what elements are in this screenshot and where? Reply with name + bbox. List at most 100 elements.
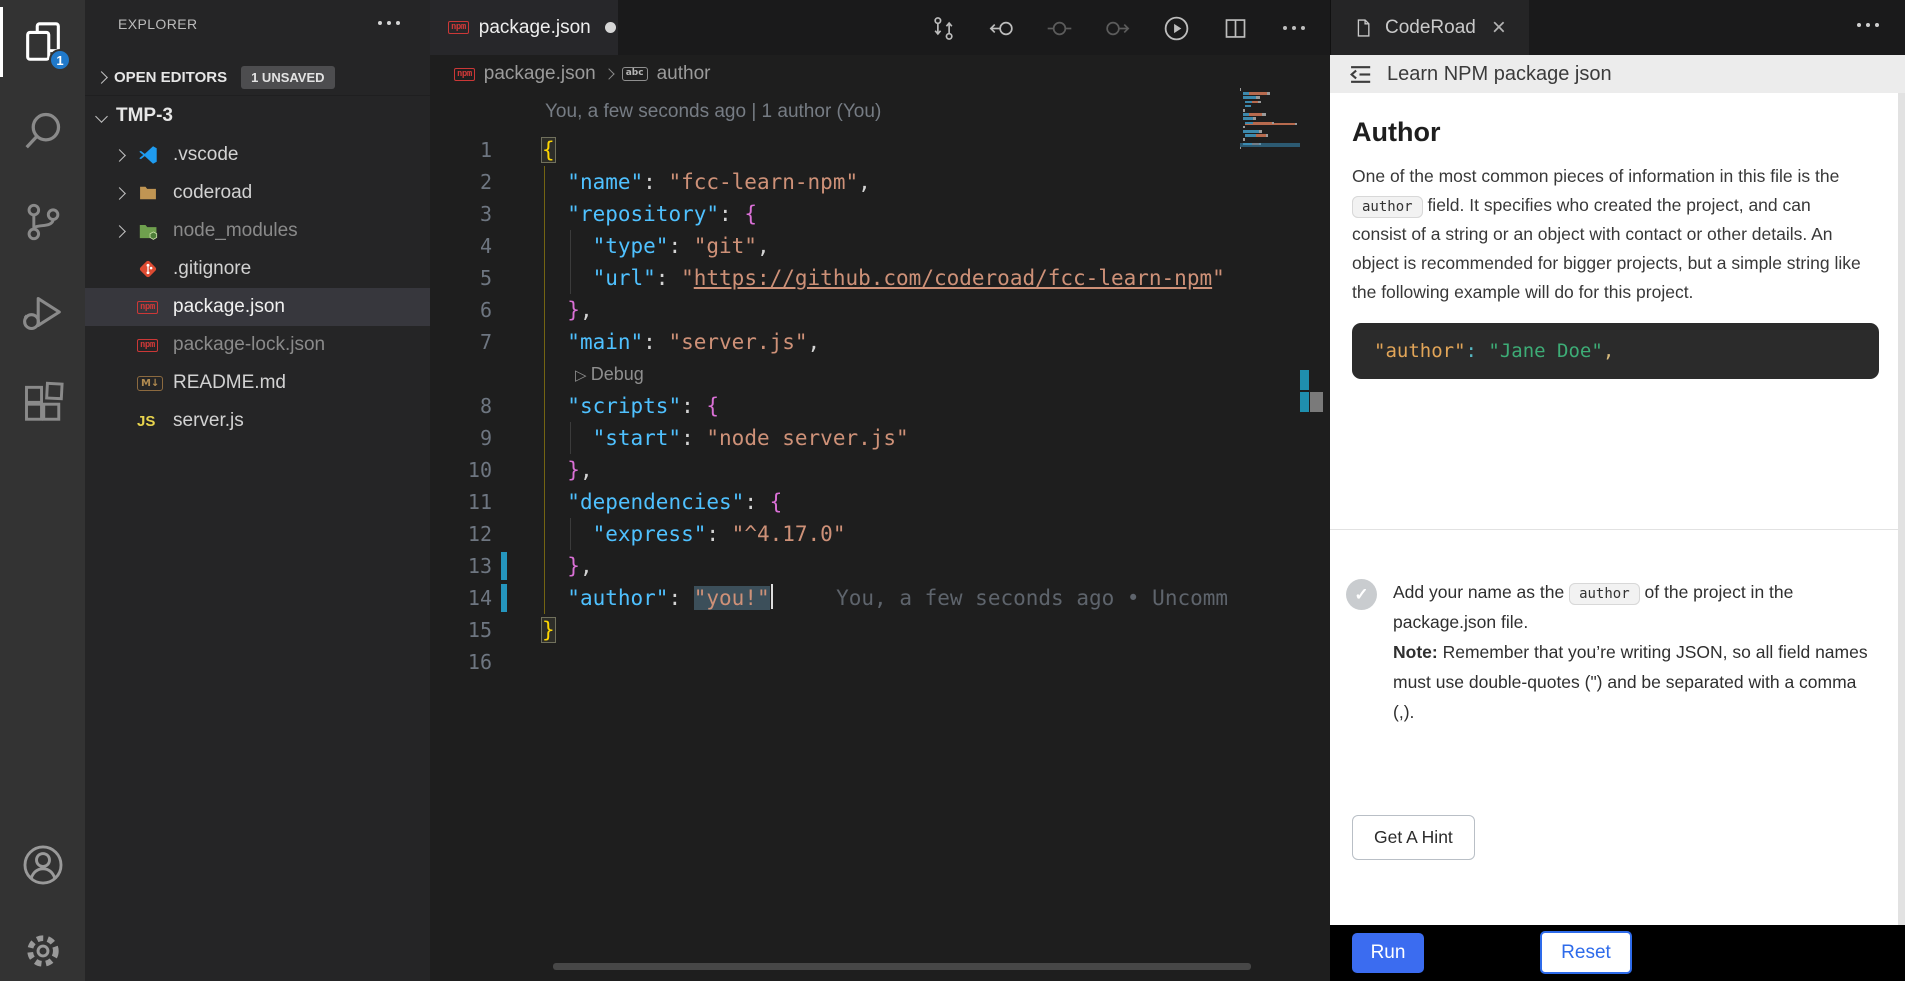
close-icon[interactable]: ×	[1492, 16, 1506, 40]
code-line-13[interactable]: 13 },	[430, 550, 1242, 582]
code-line-12[interactable]: 12 "express": "^4.17.0"	[430, 518, 1242, 550]
step-forward-icon[interactable]	[1104, 15, 1131, 42]
code-token	[542, 490, 567, 514]
code-line-11[interactable]: 11 "dependencies": {	[430, 486, 1242, 518]
panel-scrollbar[interactable]	[1898, 93, 1905, 925]
code-token: "^4.17.0"	[732, 522, 846, 546]
activity-account-button[interactable]	[0, 828, 85, 902]
current-step-icon[interactable]	[1046, 15, 1073, 42]
run-button[interactable]: Run	[1352, 933, 1424, 973]
code-token: :	[643, 170, 668, 194]
activity-search-button[interactable]	[0, 94, 85, 168]
run-file-icon[interactable]	[1162, 14, 1191, 43]
code-line-15[interactable]: 15}	[430, 614, 1242, 646]
code-line-7[interactable]: 7 "main": "server.js",	[430, 326, 1242, 358]
code-text: "scripts": {	[542, 390, 719, 422]
tree-item-readme-md[interactable]: M↓README.md	[85, 364, 430, 402]
gutter-modified-indicator	[501, 584, 507, 612]
activity-run-debug-button[interactable]	[0, 275, 85, 349]
split-editor-icon[interactable]	[1222, 15, 1249, 42]
step-back-icon[interactable]	[988, 15, 1015, 42]
code-token: {	[542, 138, 555, 162]
line-number: 13	[430, 550, 492, 582]
activity-source-control-button[interactable]	[0, 185, 85, 259]
tree-item-package-lock-json[interactable]: npmpackage-lock.json	[85, 326, 430, 364]
chevron-right-icon	[603, 68, 614, 79]
collapse-menu-icon[interactable]	[1346, 61, 1373, 88]
editor-group: npm package.json	[430, 0, 1330, 981]
chevron-right-icon	[95, 71, 108, 84]
code-token: }	[567, 298, 580, 322]
line-number: 7	[430, 326, 492, 358]
code-line-8[interactable]: 8 "scripts": {	[430, 390, 1242, 422]
code-line-2[interactable]: 2 "name": "fcc-learn-npm",	[430, 166, 1242, 198]
tree-item-server-js[interactable]: JSserver.js	[85, 402, 430, 440]
vscode-icon	[137, 144, 159, 166]
line-number: 10	[430, 454, 492, 486]
compare-changes-icon[interactable]	[930, 15, 957, 42]
horizontal-scrollbar[interactable]	[553, 963, 1251, 970]
text-segment: field. It specifies who created the proj…	[1352, 195, 1861, 302]
unsaved-badge: 1 UNSAVED	[241, 66, 334, 89]
code-line-6[interactable]: 6 },	[430, 294, 1242, 326]
code-line-16[interactable]: 16	[430, 646, 1242, 678]
workspace-root-folder[interactable]: TMP-3	[85, 98, 430, 134]
code-line-10[interactable]: 10 },	[430, 454, 1242, 486]
code-lines[interactable]: 1{2 "name": "fcc-learn-npm",3 "repositor…	[430, 134, 1242, 678]
tree-item-node-modules[interactable]: node_modules	[85, 212, 430, 250]
overview-ruler[interactable]	[1300, 0, 1330, 981]
code-token	[542, 554, 567, 578]
tree-item--vscode[interactable]: .vscode	[85, 136, 430, 174]
tab-package-json[interactable]: npm package.json	[430, 0, 618, 55]
tab-coderoad[interactable]: CodeRoad ×	[1331, 0, 1529, 55]
code-text: },	[542, 550, 593, 582]
file-icon-box: npm	[137, 339, 167, 352]
line-number: 4	[430, 230, 492, 262]
gitlens-file-annotation: You, a few seconds ago | 1 author (You)	[545, 101, 881, 123]
tutorial-header: Learn NPM package json	[1330, 55, 1905, 93]
workspace-root-label: TMP-3	[116, 105, 173, 127]
code-text: },	[542, 454, 593, 486]
modified-dot-icon[interactable]	[605, 22, 616, 33]
get-hint-button[interactable]: Get A Hint	[1352, 815, 1475, 860]
code-line-5[interactable]: 5 "url": "https://github.com/coderoad/fc…	[430, 262, 1242, 294]
code-text: "dependencies": {	[542, 486, 782, 518]
panel-more-actions-icon[interactable]	[1854, 16, 1881, 34]
breadcrumb-symbol[interactable]: author	[657, 63, 711, 85]
code-text: {	[542, 134, 555, 166]
code-line-14[interactable]: 14 "author": "you!"You, a few seconds ag…	[430, 582, 1242, 614]
code-token: "	[681, 266, 694, 290]
task-check-icon[interactable]: ✓	[1346, 579, 1377, 610]
code-line-9[interactable]: 9 "start": "node server.js"	[430, 422, 1242, 454]
activity-settings-button[interactable]	[0, 914, 85, 981]
activity-extensions-button[interactable]	[0, 365, 85, 439]
tree-item--gitignore[interactable]: .gitignore	[85, 250, 430, 288]
lesson-paragraph: One of the most common pieces of informa…	[1352, 162, 1864, 307]
code-line-1[interactable]: 1{	[430, 134, 1242, 166]
code-token: "name"	[567, 170, 643, 194]
code-line-4[interactable]: 4 "type": "git",	[430, 230, 1242, 262]
activity-explorer-button[interactable]: 1	[0, 5, 85, 79]
breadcrumb-file[interactable]: package.json	[484, 63, 596, 85]
tree-item-label: .gitignore	[173, 258, 251, 280]
code-token	[542, 394, 567, 418]
explorer-more-actions-icon[interactable]	[375, 14, 402, 32]
chevron-down-icon	[95, 110, 108, 123]
minimap-line	[1243, 96, 1260, 99]
editor-toolbar	[930, 14, 1307, 43]
tree-item-coderoad[interactable]: coderoad	[85, 174, 430, 212]
codelens-row[interactable]: Debug	[430, 358, 1242, 390]
minimap[interactable]	[1240, 60, 1300, 740]
code-line-3[interactable]: 3 "repository": {	[430, 198, 1242, 230]
npm-file-icon: npm	[448, 21, 469, 34]
code-token: ,	[580, 554, 593, 578]
reset-button[interactable]: Reset	[1540, 931, 1632, 974]
codelens-debug-link[interactable]: Debug	[575, 358, 644, 392]
code-token: "start"	[593, 426, 682, 450]
breadcrumb[interactable]: npm package.json abc author	[454, 58, 710, 90]
code-example: "author": "Jane Doe",	[1352, 323, 1879, 379]
line-number: 12	[430, 518, 492, 550]
tree-item-package-json[interactable]: npmpackage.json	[85, 288, 430, 326]
open-editors-section[interactable]: OPEN EDITORS 1 UNSAVED	[85, 60, 430, 96]
minimap-line	[1243, 126, 1245, 129]
